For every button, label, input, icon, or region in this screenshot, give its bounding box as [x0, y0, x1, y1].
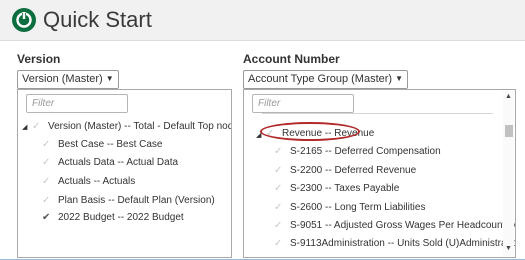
header-bar: Quick Start — [0, 0, 525, 41]
tree-node-s-2200[interactable]: ✓ S-2200 -- Deferred Revenue — [274, 164, 416, 178]
tree-node-actuals-data[interactable]: ✓ Actuals Data -- Actual Data — [42, 156, 178, 170]
highlight-annotation-circle — [260, 122, 360, 141]
version-select[interactable]: Version (Master) ▼ — [17, 70, 119, 89]
scroll-down-arrow-icon[interactable]: ▼ — [504, 244, 513, 254]
account-panel: Account Number Account Type Group (Maste… — [243, 52, 516, 258]
version-filter-input[interactable]: Filter — [26, 94, 128, 113]
account-filter-input[interactable]: Filter — [252, 94, 354, 113]
checkmark-icon: ✓ — [274, 220, 283, 231]
tree-node-version-master[interactable]: ✓ Version (Master) -- Total - Default Top… — [32, 120, 231, 134]
version-panel: Version Version (Master) ▼ Filter ◢ ✓ Vers… — [17, 52, 232, 258]
version-tree: Filter ◢ ✓ Version (Master) -- Total - De… — [17, 89, 232, 258]
partially-visible-row — [262, 113, 493, 115]
page-title: Quick Start — [43, 7, 152, 32]
version-label: Version — [17, 52, 61, 66]
tree-node-2022-budget[interactable]: ✔ 2022 Budget -- 2022 Budget — [42, 211, 184, 225]
version-select-value: Version (Master) — [22, 73, 103, 85]
tree-node-best-case[interactable]: ✓ Best Case -- Best Case — [42, 138, 162, 152]
tree-node-plan-basis[interactable]: ✓ Plan Basis -- Default Plan (Version) — [42, 194, 215, 208]
scroll-up-arrow-icon[interactable]: ▲ — [504, 92, 513, 102]
tree-node-s-2600[interactable]: ✓ S-2600 -- Long Term Liabilities — [274, 201, 425, 215]
checkmark-icon: ✓ — [32, 121, 41, 132]
go-circle-icon — [12, 8, 36, 32]
account-label: Account Number — [243, 52, 340, 66]
checkmark-icon: ✓ — [274, 202, 283, 213]
checkmark-icon: ✓ — [42, 176, 51, 187]
tree-scrollbar[interactable]: ▲ ▼ — [503, 91, 514, 256]
account-select[interactable]: Account Type Group (Master) ▼ — [243, 70, 409, 89]
expand-triangle-icon[interactable]: ◢ — [22, 123, 27, 131]
tree-node-s-9113[interactable]: ✓ S-9113Administration -- Units Sold (U)A… — [274, 237, 515, 251]
checkmark-icon: ✓ — [42, 157, 51, 168]
caret-down-icon: ▼ — [105, 74, 114, 83]
caret-down-icon: ▼ — [395, 74, 404, 83]
tree-node-s-2165[interactable]: ✓ S-2165 -- Deferred Compensation — [274, 145, 441, 159]
checkmark-icon: ✓ — [274, 238, 283, 249]
account-tree: Filter ◢ ✓ Revenue -- Revenue ✓ S-2165 -- … — [243, 89, 516, 258]
tree-node-s-2300[interactable]: ✓ S-2300 -- Taxes Payable — [274, 182, 399, 196]
checkmark-icon: ✓ — [274, 165, 283, 176]
checkmark-icon: ✓ — [274, 146, 283, 157]
checkmark-icon: ✓ — [42, 139, 51, 150]
account-select-value: Account Type Group (Master) — [248, 73, 393, 85]
scrollbar-thumb[interactable] — [505, 125, 513, 137]
checkmark-icon: ✓ — [42, 195, 51, 206]
checkmark-icon: ✔ — [42, 212, 51, 223]
tree-node-actuals[interactable]: ✓ Actuals -- Actuals — [42, 175, 135, 189]
checkmark-icon: ✓ — [274, 183, 283, 194]
tree-node-s-9051[interactable]: ✓ S-9051 -- Adjusted Gross Wages Per Head… — [274, 219, 515, 233]
